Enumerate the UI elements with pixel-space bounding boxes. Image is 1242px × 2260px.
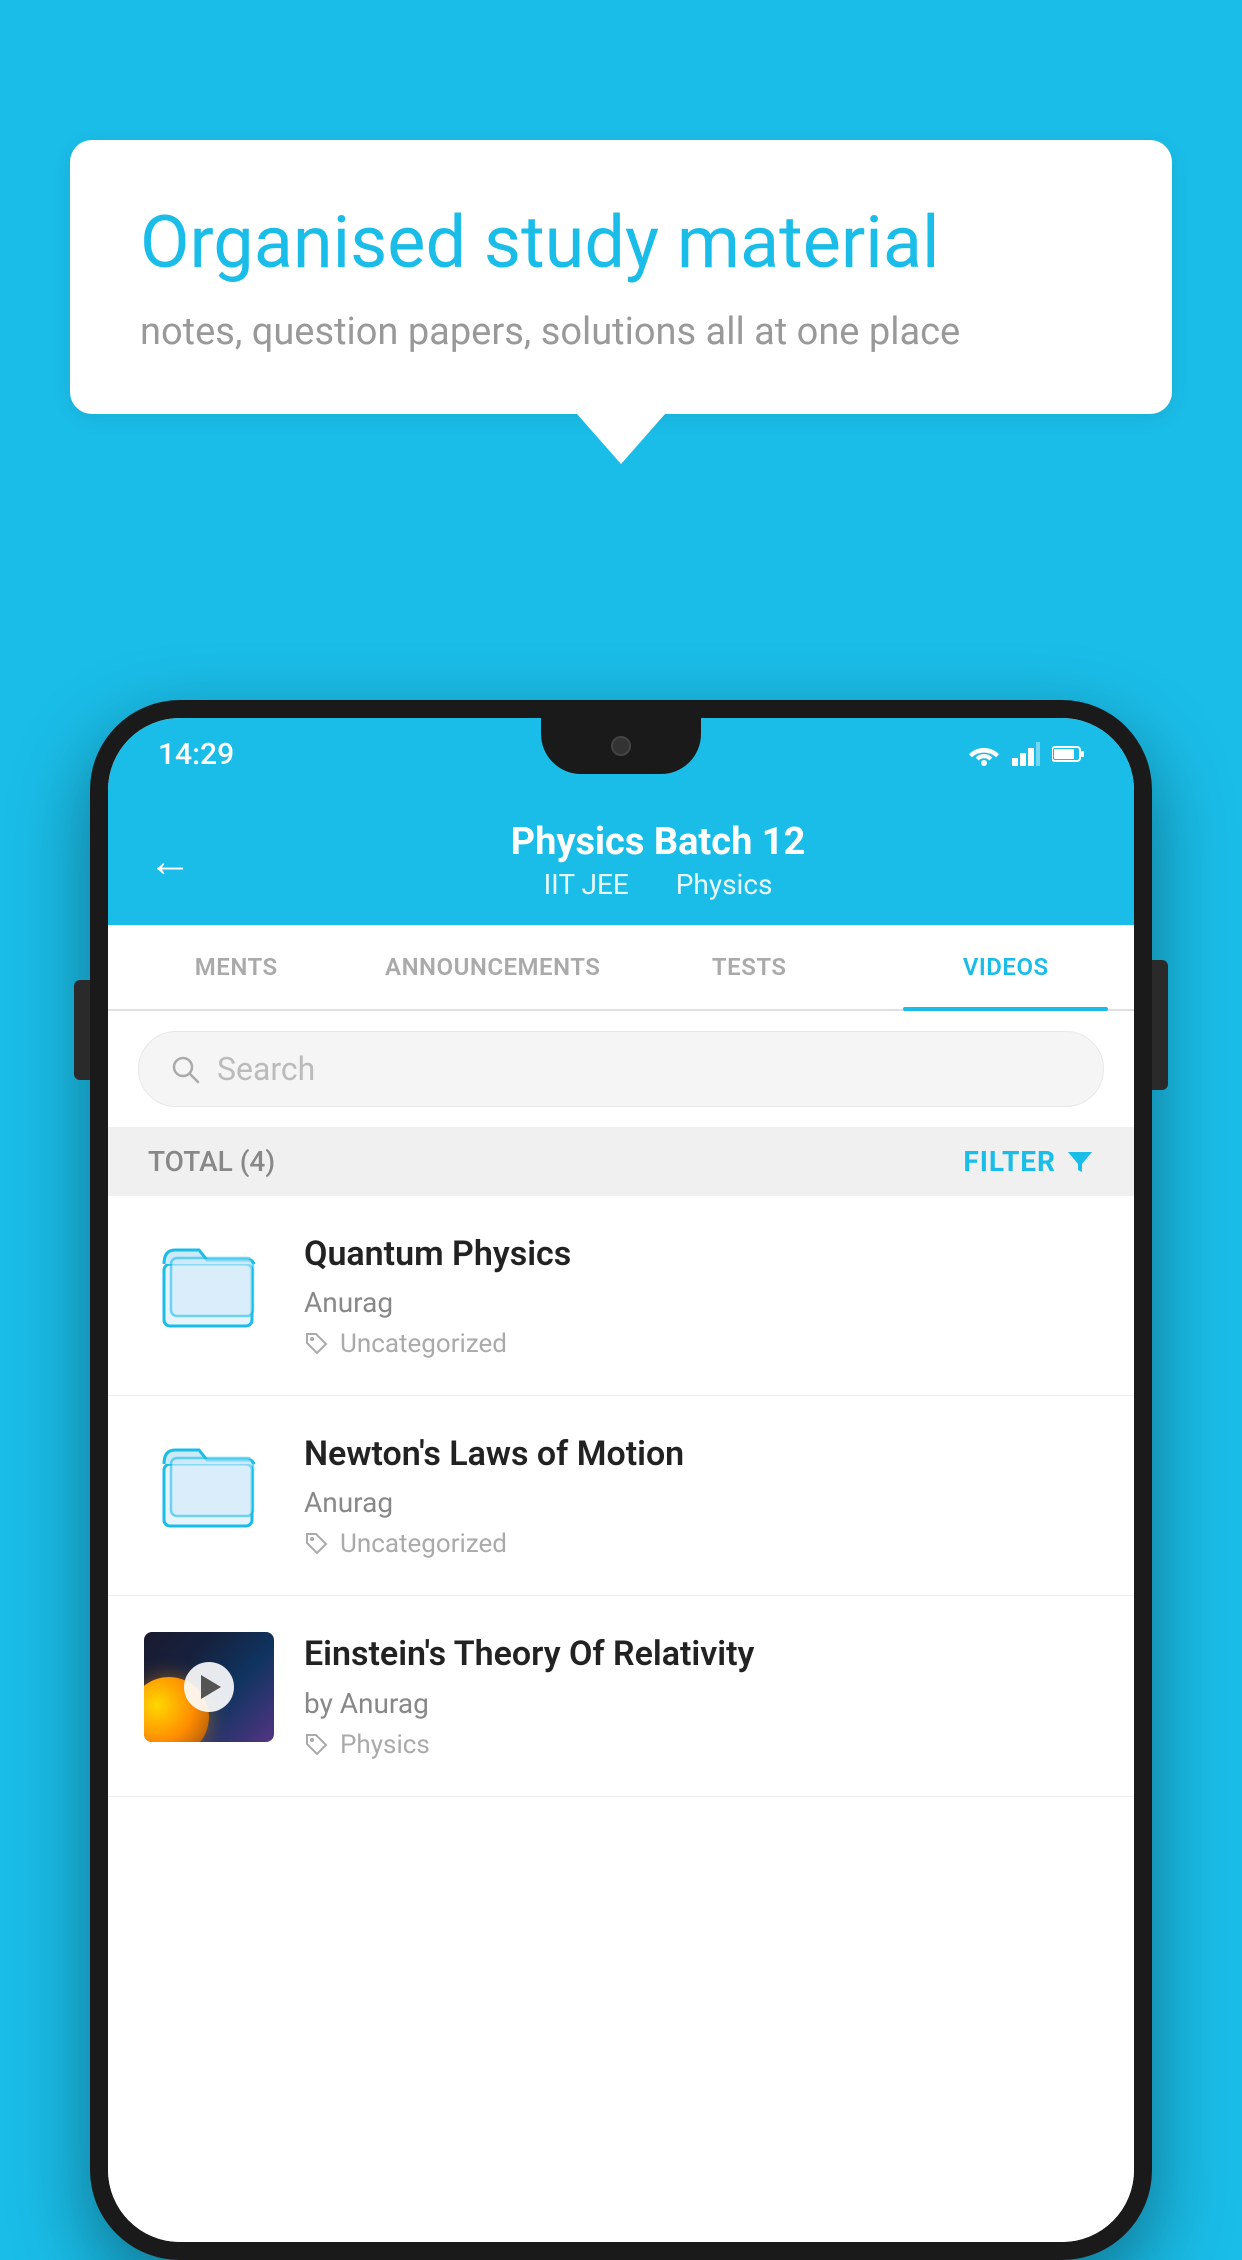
speech-bubble-card: Organised study material notes, question… [70,140,1172,414]
list-item[interactable]: Quantum Physics Anurag Uncategorized [108,1196,1134,1396]
folder-thumb-1 [144,1232,274,1342]
video-author: by Anurag [304,1687,1098,1720]
batch-title: Physics Batch 12 [222,820,1094,864]
total-count: TOTAL (4) [148,1145,275,1178]
subtitle-iitjee: IIT JEE [544,868,629,901]
search-container: Search [108,1011,1134,1127]
filter-label: FILTER [963,1145,1056,1178]
search-icon [169,1053,201,1085]
video-tag: Uncategorized [304,1329,1098,1359]
phone-outer: 14:29 [90,700,1152,2260]
tag-icon [304,1531,330,1557]
subtitle-physics: Physics [676,868,773,901]
tag-label: Uncategorized [340,1529,507,1559]
video-info-3: Einstein's Theory Of Relativity by Anura… [304,1632,1098,1759]
video-title: Newton's Laws of Motion [304,1432,1098,1476]
signal-icon [1012,742,1040,766]
list-item[interactable]: Einstein's Theory Of Relativity by Anura… [108,1596,1134,1796]
folder-icon [159,1242,259,1332]
header-title-group: Physics Batch 12 IIT JEE Physics [222,820,1094,901]
back-button[interactable]: ← [148,835,192,887]
play-button[interactable] [184,1662,234,1712]
filter-funnel-icon [1066,1148,1094,1176]
video-info-2: Newton's Laws of Motion Anurag Uncategor… [304,1432,1098,1559]
video-thumb-3 [144,1632,274,1742]
tabs-bar: MENTS ANNOUNCEMENTS TESTS VIDEOS [108,925,1134,1011]
tab-videos[interactable]: VIDEOS [878,925,1135,1009]
tab-announcements[interactable]: ANNOUNCEMENTS [365,925,622,1009]
phone-notch [541,718,701,774]
list-item[interactable]: Newton's Laws of Motion Anurag Uncategor… [108,1396,1134,1596]
video-tag: Uncategorized [304,1529,1098,1559]
tab-tests[interactable]: TESTS [621,925,878,1009]
video-title: Quantum Physics [304,1232,1098,1276]
video-list: Quantum Physics Anurag Uncategorized [108,1196,1134,2242]
thumbnail-image [144,1632,274,1742]
app-header: ← Physics Batch 12 IIT JEE Physics [108,790,1134,925]
tag-label: Physics [340,1730,430,1760]
wifi-icon [968,742,1000,766]
play-triangle-icon [201,1675,221,1699]
filter-button[interactable]: FILTER [963,1145,1094,1178]
tag-label: Uncategorized [340,1329,507,1359]
tag-icon [304,1732,330,1758]
status-icons [968,742,1084,766]
video-tag: Physics [304,1730,1098,1760]
speech-bubble-section: Organised study material notes, question… [70,140,1172,464]
video-author: Anurag [304,1286,1098,1319]
search-input-wrapper[interactable]: Search [138,1031,1104,1107]
speech-bubble-title: Organised study material [140,200,1102,286]
filter-bar: TOTAL (4) FILTER [108,1127,1134,1196]
batch-subtitle: IIT JEE Physics [222,868,1094,901]
speech-bubble-arrow [577,414,665,464]
video-author: Anurag [304,1486,1098,1519]
video-info-1: Quantum Physics Anurag Uncategorized [304,1232,1098,1359]
tag-icon [304,1331,330,1357]
speech-bubble-subtitle: notes, question papers, solutions all at… [140,310,1102,354]
camera-dot [611,736,631,756]
battery-icon [1052,745,1084,763]
search-placeholder: Search [217,1050,315,1088]
phone-mockup: 14:29 [90,700,1152,2208]
status-time: 14:29 [158,737,234,772]
tab-ments[interactable]: MENTS [108,925,365,1009]
folder-icon [159,1442,259,1532]
phone-screen: 14:29 [108,718,1134,2242]
video-title: Einstein's Theory Of Relativity [304,1632,1098,1676]
folder-thumb-2 [144,1432,274,1542]
